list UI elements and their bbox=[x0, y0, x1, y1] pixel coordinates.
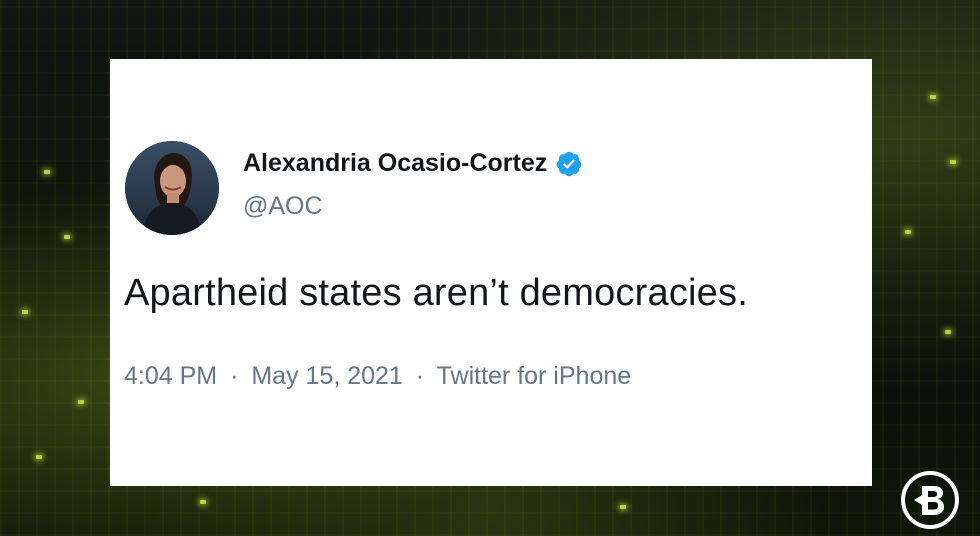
background-light bbox=[44, 170, 50, 174]
tweet-meta: 4:04 PM · May 15, 2021 · Twitter for iPh… bbox=[124, 362, 631, 391]
background-light bbox=[930, 95, 936, 99]
background-light bbox=[22, 310, 28, 314]
tweet-card: Alexandria Ocasio-Cortez @AOC Apartheid … bbox=[110, 59, 872, 486]
background-light bbox=[200, 500, 206, 504]
tweet-text: Apartheid states aren’t democracies. bbox=[124, 272, 748, 314]
background-light bbox=[78, 400, 84, 404]
blaze-media-logo-icon bbox=[900, 470, 960, 530]
verified-badge-icon bbox=[555, 150, 583, 178]
tweet-date[interactable]: May 15, 2021 bbox=[251, 362, 403, 390]
display-name[interactable]: Alexandria Ocasio-Cortez bbox=[243, 149, 547, 178]
background-light bbox=[36, 455, 42, 459]
user-handle[interactable]: @AOC bbox=[243, 192, 323, 221]
background-light bbox=[950, 160, 956, 164]
background-light bbox=[620, 505, 626, 509]
meta-separator: · bbox=[415, 362, 425, 390]
tweet-source[interactable]: Twitter for iPhone bbox=[437, 362, 632, 390]
display-name-row: Alexandria Ocasio-Cortez bbox=[243, 149, 583, 178]
avatar[interactable] bbox=[125, 141, 219, 235]
meta-separator: · bbox=[230, 362, 239, 390]
background-light bbox=[905, 230, 911, 234]
avatar-image bbox=[125, 141, 219, 235]
background-light bbox=[64, 235, 70, 239]
tweet-time[interactable]: 4:04 PM bbox=[124, 362, 217, 390]
background-light bbox=[945, 330, 951, 334]
